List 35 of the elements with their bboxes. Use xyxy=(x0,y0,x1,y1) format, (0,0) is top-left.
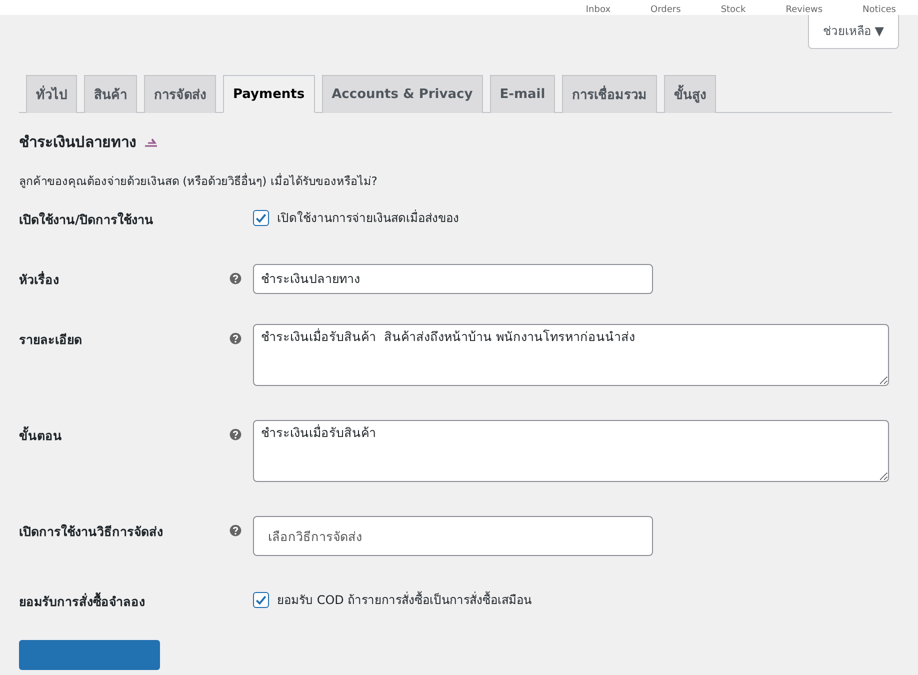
text-area-field[interactable]: ชำระเงินเมื่อรับสินค้า สินค้าส่งถึงหน้าบ้าน พนักงานโทรหาก่อนนำส่ง xyxy=(253,324,889,386)
top-menu-item[interactable]: Inbox xyxy=(586,5,611,15)
section-description: ลูกค้าของคุณต้องจ่ายด้วยเงินสด (หรือด้วยวิธีอื่นๆ) เมื่อได้รับของหรือไม่? xyxy=(19,172,378,190)
checkbox[interactable] xyxy=(253,210,269,226)
title-input-field[interactable]: ชำระเงินปลายทาง xyxy=(253,264,653,294)
help-icon[interactable] xyxy=(229,524,242,537)
settings-tab[interactable]: การเชื่อมรวม xyxy=(562,75,658,113)
top-menu-item[interactable]: Stock xyxy=(720,5,746,15)
field-label: รายละเอียด xyxy=(19,331,83,349)
settings-tab[interactable]: Accounts & Privacy xyxy=(322,75,483,113)
field-label: ขั้นตอน xyxy=(19,425,63,445)
checkbox[interactable] xyxy=(253,592,269,608)
top-menu-item[interactable]: Notices xyxy=(862,5,896,15)
settings-tab[interactable]: ขั้นสูง xyxy=(664,75,716,113)
help-icon[interactable] xyxy=(229,272,242,285)
field-label: ยอมรับการสั่งซื้อจำลอง xyxy=(19,591,146,611)
help-icon[interactable] xyxy=(229,428,242,441)
field-label: เปิดการใช้งานวิธีการจัดส่ง xyxy=(19,523,164,541)
top-menu-item[interactable]: Orders xyxy=(650,5,681,15)
help-button[interactable]: ช่วยเหลือ ▼ xyxy=(808,15,899,49)
field-label: หัวเรื่อง xyxy=(19,270,60,289)
text-area-field[interactable]: ชำระเงินเมื่อรับสินค้า xyxy=(253,420,889,482)
return-arrow-icon[interactable] xyxy=(144,136,158,148)
settings-tab[interactable]: ทั่วไป xyxy=(26,75,77,113)
checkbox-label: ยอมรับ COD ถ้ารายการสั่งซื้อเป็นการสั่งซื้อเสมือน xyxy=(277,590,532,609)
settings-tab[interactable]: E-mail xyxy=(490,75,556,113)
top-menu-item[interactable]: Reviews xyxy=(786,5,823,15)
settings-tab[interactable]: การจัดส่ง xyxy=(144,75,216,113)
settings-tab[interactable]: สินค้า xyxy=(84,75,137,113)
field-label: เปิดใช้งาน/ปิดการใช้งาน xyxy=(19,211,155,229)
help-icon[interactable] xyxy=(229,332,242,345)
settings-tab[interactable]: Payments xyxy=(223,75,315,113)
section-title: ชำระเงินปลายทาง xyxy=(19,132,136,153)
shipping-method-select[interactable]: เลือกวิธีการจัดส่ง xyxy=(253,516,653,556)
checkbox-label: เปิดใช้งานการจ่ายเงินสดเมื่อส่งของ xyxy=(277,208,459,227)
